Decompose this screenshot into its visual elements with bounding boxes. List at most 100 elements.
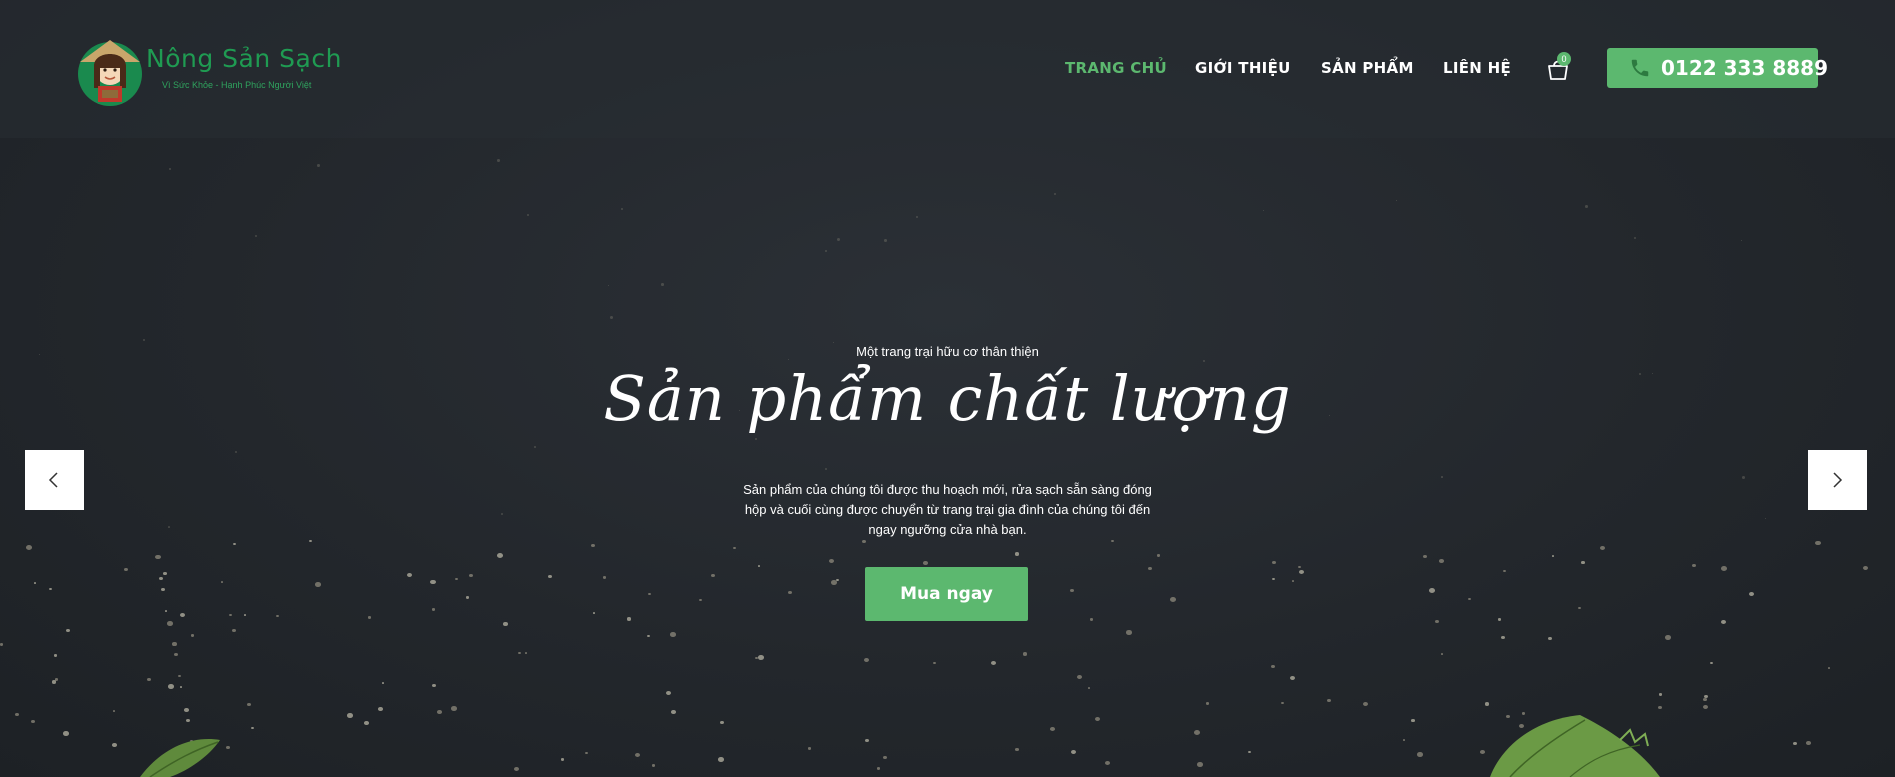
- background-speck: [1126, 630, 1132, 635]
- background-speck: [382, 682, 384, 684]
- site-header: Nông Sản Sạch Vì Sức Khỏe - Hạnh Phúc Ng…: [0, 0, 1895, 138]
- background-speck: [1290, 676, 1295, 680]
- background-speck: [829, 559, 835, 564]
- phone-icon: [1631, 59, 1649, 77]
- logo-title: Nông Sản Sạch: [146, 44, 342, 73]
- phone-call-button[interactable]: 0122 333 8889: [1607, 48, 1828, 88]
- nav-item-home[interactable]: TRANG CHỦ: [1065, 59, 1167, 77]
- background-speck: [161, 588, 165, 591]
- background-speck: [1197, 762, 1203, 767]
- background-speck: [437, 710, 442, 714]
- background-speck: [1665, 635, 1671, 640]
- slider-prev-button[interactable]: [25, 450, 84, 510]
- background-speck: [1498, 618, 1502, 621]
- background-speck: [1015, 552, 1020, 556]
- background-speck: [877, 767, 881, 770]
- background-speck: [1015, 748, 1019, 751]
- buy-now-button[interactable]: Mua ngay: [865, 567, 1028, 621]
- background-speck: [1248, 751, 1252, 754]
- background-speck: [1441, 476, 1443, 478]
- background-speck: [276, 615, 279, 618]
- slider-next-button[interactable]: [1808, 450, 1867, 510]
- background-speck: [1148, 567, 1153, 571]
- background-speck: [808, 747, 812, 750]
- background-speck: [648, 593, 652, 596]
- background-speck: [1815, 541, 1821, 546]
- background-speck: [1417, 752, 1423, 757]
- background-speck: [627, 617, 632, 621]
- cart-count-badge: 0: [1557, 52, 1571, 66]
- background-speck: [124, 568, 128, 572]
- background-speck: [1765, 518, 1767, 520]
- background-speck: [585, 752, 588, 755]
- background-speck: [1054, 193, 1056, 195]
- background-speck: [666, 691, 672, 696]
- background-speck: [755, 438, 758, 441]
- background-speck: [0, 643, 4, 646]
- background-speck: [244, 614, 247, 616]
- background-speck: [1468, 598, 1471, 601]
- background-speck: [186, 719, 191, 723]
- background-speck: [165, 610, 168, 612]
- background-speck: [184, 708, 189, 712]
- phone-number: 0122 333 8889: [1661, 56, 1829, 80]
- nav-item-contact[interactable]: LIÊN HỆ: [1443, 59, 1511, 77]
- background-speck: [1548, 637, 1552, 640]
- background-speck: [15, 713, 19, 716]
- background-speck: [1634, 237, 1637, 240]
- background-speck: [1023, 652, 1028, 656]
- background-speck: [1272, 561, 1277, 565]
- background-speck: [221, 581, 224, 583]
- background-speck: [1581, 561, 1585, 564]
- background-speck: [916, 216, 919, 219]
- background-speck: [788, 591, 792, 595]
- background-speck: [112, 743, 117, 747]
- background-speck: [1194, 730, 1200, 735]
- background-speck: [66, 629, 71, 633]
- nav-item-products[interactable]: SẢN PHẨM: [1321, 59, 1414, 77]
- background-speck: [711, 574, 715, 577]
- background-speck: [1363, 702, 1369, 707]
- background-speck: [758, 565, 761, 567]
- background-speck: [466, 596, 470, 599]
- background-speck: [561, 758, 565, 761]
- background-speck: [1793, 742, 1797, 746]
- background-speck: [347, 713, 353, 718]
- background-speck: [251, 727, 254, 730]
- background-speck: [865, 739, 869, 742]
- hero-title: Sản phẩm chất lượng: [603, 362, 1292, 435]
- background-speck: [1050, 727, 1055, 731]
- hero-page: Nông Sản Sạch Vì Sức Khỏe - Hạnh Phúc Ng…: [0, 0, 1895, 777]
- background-speck: [1396, 200, 1398, 202]
- background-speck: [247, 703, 252, 707]
- chevron-right-icon: [1833, 472, 1843, 488]
- nav-item-about[interactable]: GIỚI THIỆU: [1195, 59, 1291, 77]
- background-speck: [52, 680, 57, 684]
- background-speck: [670, 632, 676, 637]
- background-speck: [671, 710, 676, 714]
- background-speck: [1435, 620, 1440, 624]
- hero-subtitle: Một trang trại hữu cơ thân thiện: [856, 344, 1039, 359]
- background-speck: [1298, 566, 1302, 569]
- background-speck: [1485, 702, 1490, 706]
- background-speck: [699, 599, 702, 602]
- background-speck: [501, 513, 504, 516]
- background-speck: [610, 316, 613, 319]
- background-speck: [168, 526, 170, 528]
- background-speck: [1600, 546, 1605, 550]
- background-speck: [1429, 588, 1435, 593]
- background-speck: [518, 652, 521, 655]
- background-speck: [63, 731, 69, 736]
- background-speck: [1703, 698, 1707, 701]
- background-speck: [718, 757, 724, 762]
- background-speck: [720, 721, 724, 724]
- background-speck: [647, 635, 650, 638]
- background-speck: [317, 164, 320, 167]
- background-speck: [1585, 205, 1588, 208]
- background-speck: [1703, 705, 1708, 709]
- background-speck: [430, 580, 436, 585]
- chevron-left-icon: [48, 472, 58, 488]
- background-speck: [1721, 566, 1727, 571]
- logo[interactable]: Nông Sản Sạch Vì Sức Khỏe - Hạnh Phúc Ng…: [76, 36, 346, 108]
- background-speck: [255, 235, 258, 238]
